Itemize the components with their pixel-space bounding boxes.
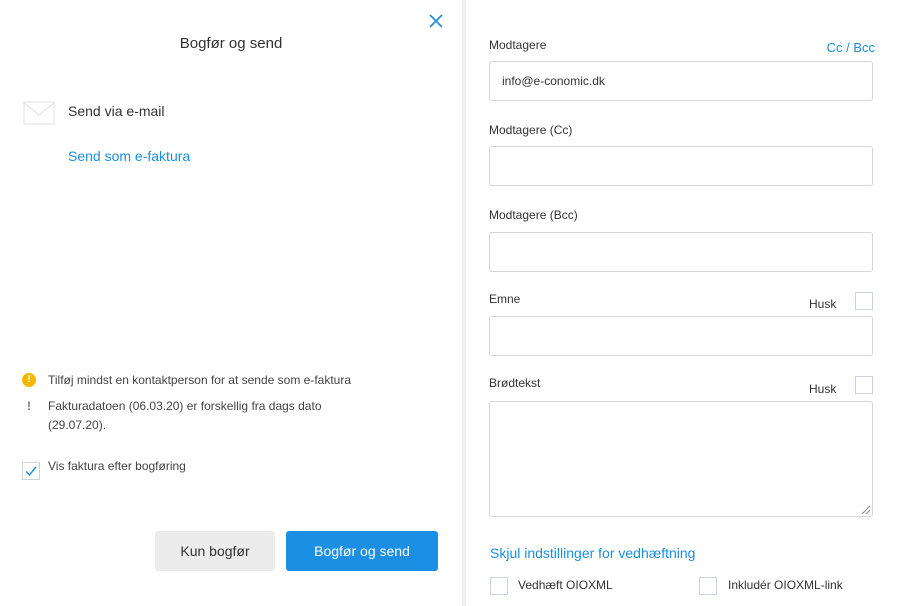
cc-field[interactable] bbox=[489, 146, 873, 186]
bcc-label: Modtagere (Bcc) bbox=[489, 208, 578, 222]
recipients-field[interactable]: info@e-conomic.dk bbox=[489, 61, 873, 101]
dialog-title: Bogfør og send bbox=[179, 35, 283, 52]
hide-attachment-settings-link[interactable]: Skjul indstillinger for vedhæftning bbox=[490, 545, 695, 561]
body-textarea[interactable] bbox=[489, 401, 873, 517]
warning-text: Tilføj mindst en kontaktperson for at se… bbox=[48, 373, 352, 387]
warning-text-line-2: (29.07.20). bbox=[48, 418, 107, 432]
recipients-label: Modtagere bbox=[489, 38, 547, 52]
body-remember-label: Husk bbox=[809, 382, 837, 396]
attach-oioxml-checkbox[interactable] bbox=[490, 577, 508, 595]
post-and-send-button[interactable]: Bogfør og send bbox=[286, 531, 438, 571]
body-remember-checkbox[interactable] bbox=[855, 376, 873, 394]
send-as-efaktura-link[interactable]: Send som e-faktura bbox=[68, 148, 190, 164]
show-invoice-label: Vis faktura efter bogføring bbox=[48, 459, 186, 473]
checkmark-icon bbox=[25, 466, 37, 477]
subject-field[interactable] bbox=[489, 316, 873, 356]
subject-label: Emne bbox=[489, 292, 521, 306]
attach-oioxml-label: Vedhæft OIOXML bbox=[518, 578, 613, 592]
info-exclamation-icon: ! bbox=[27, 399, 31, 413]
show-invoice-checkbox[interactable] bbox=[22, 462, 40, 480]
post-send-panel: Bogfør og send Send via e-mail Send som … bbox=[0, 0, 462, 606]
cc-label: Modtagere (Cc) bbox=[489, 123, 573, 137]
email-form-panel: Modtagere Cc / Bcc info@e-conomic.dk Mod… bbox=[466, 0, 900, 606]
include-oioxml-link-checkbox[interactable] bbox=[699, 577, 717, 595]
warning-text-line-1: Fakturadatoen (06.03.20) er forskellig f… bbox=[48, 399, 322, 413]
only-post-button[interactable]: Kun bogfør bbox=[155, 531, 275, 571]
send-via-email-option[interactable]: Send via e-mail bbox=[68, 103, 165, 119]
subject-remember-checkbox[interactable] bbox=[855, 292, 873, 310]
body-label: Brødtekst bbox=[489, 376, 541, 390]
envelope-icon bbox=[23, 101, 55, 125]
bcc-field[interactable] bbox=[489, 232, 873, 272]
include-oioxml-link-label: Inkludér OIOXML-link bbox=[728, 578, 843, 592]
close-icon[interactable] bbox=[427, 12, 445, 30]
subject-remember-label: Husk bbox=[809, 297, 837, 311]
warning-icon: ! bbox=[22, 373, 36, 387]
cc-bcc-link[interactable]: Cc / Bcc bbox=[827, 40, 875, 55]
resize-handle-icon[interactable] bbox=[860, 504, 870, 514]
